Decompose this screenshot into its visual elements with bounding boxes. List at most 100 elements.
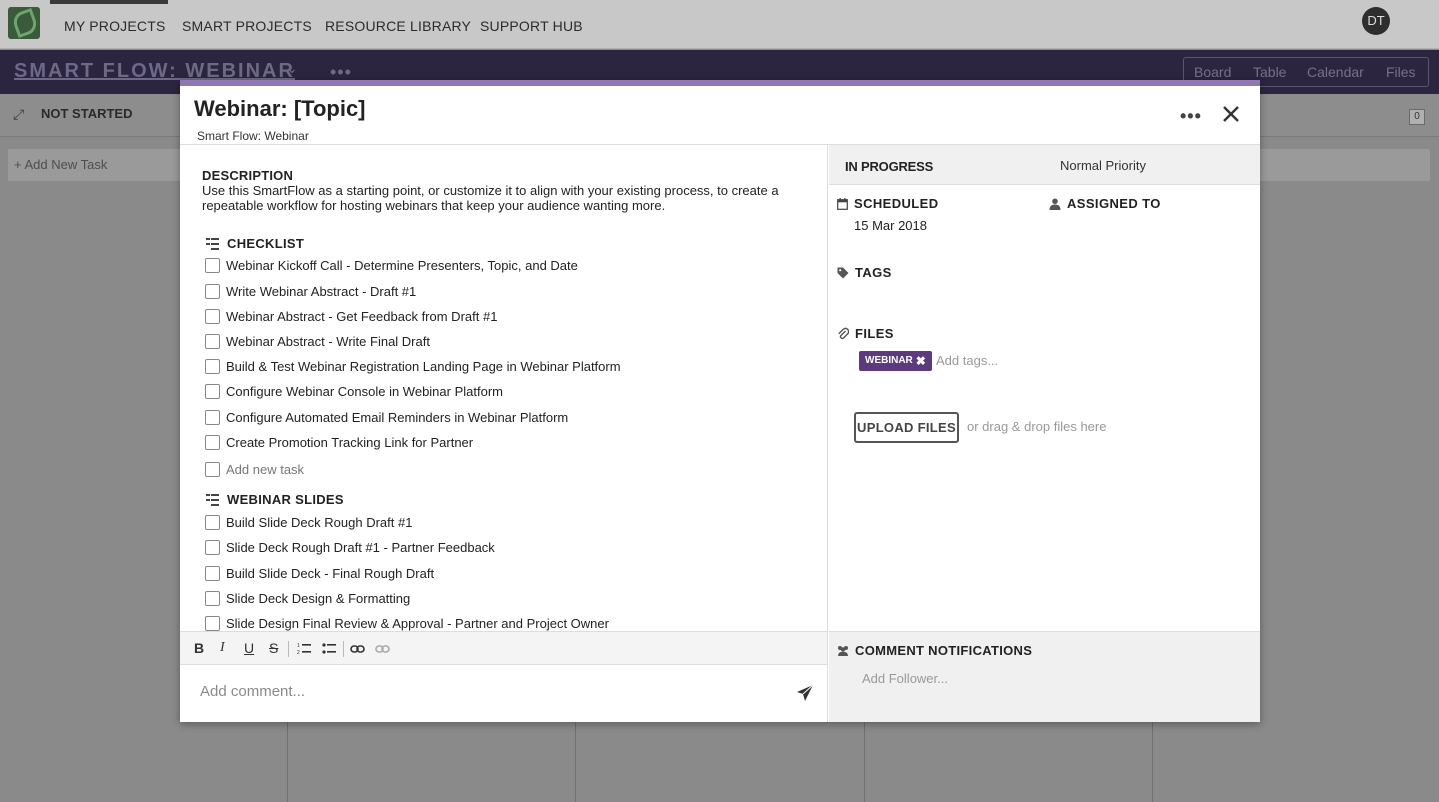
app-logo[interactable] <box>8 7 40 39</box>
add-tags-input[interactable]: Add tags... <box>936 353 998 368</box>
more-options-icon[interactable]: ••• <box>1180 106 1202 127</box>
top-navigation: MY PROJECTS SMART PROJECTS RESOURCE LIBR… <box>0 0 1439 49</box>
checklist-item-label: Webinar Abstract - Write Final Draft <box>226 333 430 349</box>
send-icon[interactable] <box>796 684 814 702</box>
tags-label: TAGS <box>855 265 892 280</box>
tab-table[interactable]: Table <box>1253 64 1286 80</box>
column-divider <box>575 722 576 802</box>
checklist-item-label: Configure Automated Email Reminders in W… <box>226 409 569 425</box>
notifications-section: COMMENT NOTIFICATIONS Add Follower... <box>829 631 1260 722</box>
checklist-item-label: Slide Deck Rough Draft #1 - Partner Feed… <box>226 539 495 555</box>
checklist-item[interactable]: Write Webinar Abstract - Draft #1 <box>205 281 416 301</box>
checkbox[interactable] <box>205 257 220 273</box>
status-dropdown[interactable]: IN PROGRESS <box>845 159 933 174</box>
user-avatar[interactable]: DT <box>1362 7 1390 35</box>
tab-board[interactable]: Board <box>1194 64 1231 80</box>
scheduled-label: SCHEDULED <box>854 196 939 211</box>
group-icon <box>838 646 848 656</box>
priority-dropdown[interactable]: Normal Priority <box>1060 158 1146 173</box>
checklist-item[interactable]: Webinar Abstract - Get Feedback from Dra… <box>205 306 497 326</box>
italic-button[interactable]: I <box>220 640 225 656</box>
checklist-item[interactable]: Build & Test Webinar Registration Landin… <box>205 356 621 376</box>
checkbox[interactable] <box>205 308 220 324</box>
checklist-item-label: Write Webinar Abstract - Draft #1 <box>226 283 417 299</box>
column-divider <box>864 722 865 802</box>
checklist-item[interactable]: Webinar Abstract - Write Final Draft <box>205 331 430 351</box>
tags-heading: TAGS <box>837 265 892 280</box>
add-new-task-link[interactable]: + Add New Task <box>14 157 107 172</box>
tab-files[interactable]: Files <box>1386 64 1416 80</box>
add-follower-input[interactable]: Add Follower... <box>862 671 948 686</box>
link-icon[interactable] <box>350 643 365 655</box>
scheduled-date[interactable]: 15 Mar 2018 <box>854 218 927 233</box>
checkbox[interactable] <box>205 539 220 555</box>
drop-zone-hint[interactable]: or drag & drop files here <box>967 419 1106 434</box>
checklist-title: WEBINAR SLIDES <box>227 492 344 507</box>
svg-text:1: 1 <box>297 643 300 649</box>
task-details-pane: DESCRIPTION Use this SmartFlow as a star… <box>180 145 828 631</box>
nav-smart-projects[interactable]: SMART PROJECTS <box>182 18 312 34</box>
checklist-item[interactable]: Slide Design Final Review & Approval - P… <box>205 613 609 631</box>
checklist-item[interactable]: Build Slide Deck Rough Draft #1 <box>205 512 412 532</box>
remove-tag-icon[interactable]: ✖ <box>916 351 926 371</box>
ordered-list-icon[interactable]: 1 2 <box>297 642 311 656</box>
upload-files-button[interactable]: UPLOAD FILES <box>854 412 959 443</box>
checkbox[interactable] <box>205 615 220 631</box>
checklist-item-label: Webinar Abstract - Get Feedback from Dra… <box>226 308 498 324</box>
scheduled-heading: SCHEDULED <box>837 196 939 211</box>
checkbox[interactable] <box>205 383 220 399</box>
underline-button[interactable]: U <box>244 640 254 656</box>
close-icon[interactable] <box>1220 103 1242 125</box>
bold-button[interactable]: B <box>194 640 204 656</box>
checkbox[interactable] <box>205 333 220 349</box>
checklist-item[interactable]: Webinar Kickoff Call - Determine Present… <box>205 255 578 275</box>
add-new-task-input[interactable]: Add new task <box>226 462 304 477</box>
nav-resource-library[interactable]: RESOURCE LIBRARY <box>325 18 471 34</box>
notifications-heading: COMMENT NOTIFICATIONS <box>837 643 1032 658</box>
add-task-bar-right[interactable] <box>1258 149 1430 181</box>
nav-support-hub[interactable]: SUPPORT HUB <box>480 18 583 34</box>
checkbox[interactable] <box>205 514 220 530</box>
column-divider <box>1152 722 1153 802</box>
bullet-list-icon[interactable] <box>322 642 336 656</box>
checkbox[interactable] <box>205 358 220 374</box>
task-title[interactable]: Webinar: [Topic] <box>194 96 366 122</box>
checklist-title: CHECKLIST <box>227 236 305 251</box>
tag-label: WEBINAR <box>865 355 913 366</box>
checklist-item[interactable]: Slide Deck Rough Draft #1 - Partner Feed… <box>205 537 495 557</box>
checklist-heading: CHECKLIST <box>206 236 304 251</box>
tag-chip[interactable]: WEBINAR ✖ <box>859 351 932 371</box>
chevron-down-icon[interactable]: ⌄ <box>286 60 298 77</box>
checklist-icon <box>206 493 219 506</box>
column-count-badge: 0 <box>1409 109 1425 125</box>
checklist-item[interactable]: Slide Deck Design & Formatting <box>205 588 410 608</box>
checklist-item[interactable]: Configure Webinar Console in Webinar Pla… <box>205 381 503 401</box>
checklist-item-label: Slide Design Final Review & Approval - P… <box>226 615 609 631</box>
checklist-item-label: Webinar Kickoff Call - Determine Present… <box>226 257 578 273</box>
column-divider <box>287 722 288 802</box>
collapse-icon[interactable]: ⤢ <box>13 106 24 123</box>
checklist-item-label: Build Slide Deck Rough Draft #1 <box>226 514 413 530</box>
assigned-label[interactable]: ASSIGNED TO <box>1067 196 1161 211</box>
add-task-row[interactable]: Add new task <box>205 459 304 479</box>
checklist-item[interactable]: Build Slide Deck - Final Rough Draft <box>205 563 434 583</box>
unlink-icon[interactable] <box>375 643 390 655</box>
checklist-item-label: Build & Test Webinar Registration Landin… <box>226 358 621 374</box>
column-title: NOT STARTED <box>41 106 133 121</box>
checkbox[interactable] <box>205 434 220 450</box>
checkbox[interactable] <box>205 283 220 299</box>
calendar-icon <box>837 197 848 210</box>
nav-active-indicator <box>50 0 168 4</box>
strikethrough-button[interactable]: S <box>269 640 278 656</box>
checkbox[interactable] <box>205 409 220 425</box>
task-project-name: Smart Flow: Webinar <box>197 129 309 143</box>
comment-input[interactable]: Add comment... <box>200 683 790 700</box>
tab-calendar[interactable]: Calendar <box>1307 64 1364 80</box>
nav-my-projects[interactable]: MY PROJECTS <box>64 18 166 34</box>
description-text[interactable]: Use this SmartFlow as a starting point, … <box>202 183 792 213</box>
files-heading: FILES <box>837 326 894 341</box>
checkbox[interactable] <box>205 565 220 581</box>
checkbox[interactable] <box>205 590 220 606</box>
checklist-item[interactable]: Configure Automated Email Reminders in W… <box>205 407 568 427</box>
checklist-item[interactable]: Create Promotion Tracking Link for Partn… <box>205 432 473 452</box>
